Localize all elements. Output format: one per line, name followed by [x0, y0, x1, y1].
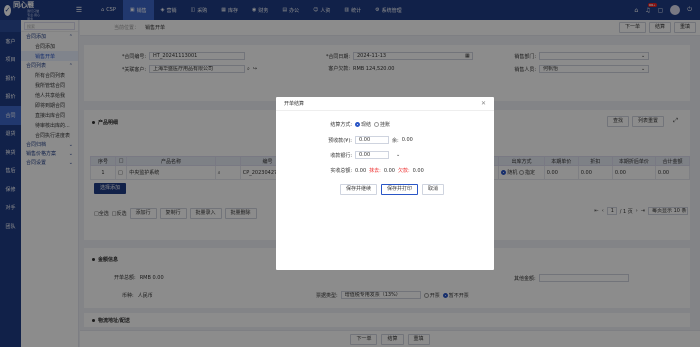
prepaid-remain-value: 0.00 [401, 137, 413, 143]
bank-input[interactable]: 0.00 [355, 151, 389, 159]
dialog-actions: 保存并继续 保存并打印 取消 [340, 184, 445, 195]
radio-label: 现结 [361, 122, 372, 128]
summary-row: 实收总额: 0.00 抹去: 0.00 欠款: 0.00 [318, 167, 424, 175]
bank-row: 收款银行: 0.00 ⌄ [318, 151, 400, 159]
radio[interactable] [374, 122, 380, 127]
prepaid-remain-label: 余: [392, 137, 399, 144]
discount-label: 抹去: [369, 168, 381, 174]
discount-value: 0.00 [383, 167, 395, 174]
bank-label: 收款银行: [330, 152, 352, 159]
settlement-dialog: 开单结算 ✕ 结算方式: 现结 挂账 预收款(¥): 0.00 余: 0.00 … [276, 97, 494, 270]
dialog-title: 开单结算 [284, 101, 305, 107]
prepaid-row: 预收款(¥): 0.00 余: 0.00 [318, 136, 413, 144]
radio-selected[interactable] [355, 122, 360, 127]
save-continue-button[interactable]: 保存并继续 [340, 184, 378, 195]
method-radio-cash[interactable]: 现结 [355, 121, 371, 128]
close-icon[interactable]: ✕ [481, 100, 494, 107]
dialog-header: 开单结算 ✕ [276, 97, 494, 111]
cancel-button[interactable]: 取消 [422, 184, 445, 195]
save-print-button[interactable]: 保存并打印 [381, 184, 419, 195]
due-label: 欠款: [397, 168, 410, 174]
method-radio-credit[interactable]: 挂账 [374, 121, 390, 128]
chevron-down-icon[interactable]: ⌄ [396, 152, 400, 158]
radio-label: 挂账 [380, 122, 391, 128]
summary-total: 0.00 [355, 167, 367, 174]
method-row: 结算方式: 现结 挂账 [318, 121, 390, 128]
method-label: 结算方式: [330, 122, 352, 128]
prepaid-label: 预收款(¥): [328, 137, 352, 144]
prepaid-input[interactable]: 0.00 [355, 136, 389, 144]
summary-label: 实收总额: [330, 168, 352, 174]
due-value: 0.00 [412, 167, 424, 174]
